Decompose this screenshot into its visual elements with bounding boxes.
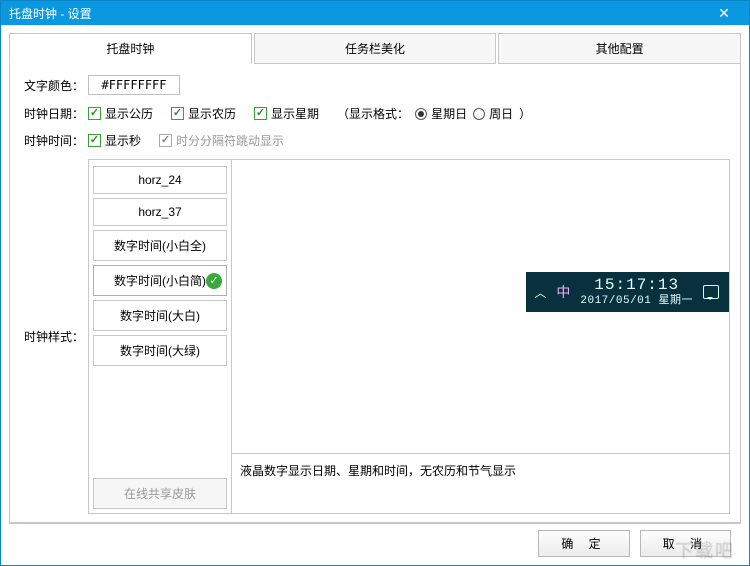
share-skin-button[interactable]: 在线共享皮肤	[93, 478, 227, 509]
preview-time: 15:17:13	[580, 277, 693, 295]
cancel-button[interactable]: 取 消	[640, 530, 731, 557]
style-item-xiaobaiquan[interactable]: 数字时间(小白全)	[93, 230, 227, 261]
radio-zhouri[interactable]: 周日	[473, 105, 513, 122]
chat-icon	[703, 285, 719, 299]
chk-weekday[interactable]: 显示星期	[254, 105, 319, 122]
tab-other-config[interactable]: 其他配置	[498, 33, 741, 64]
style-preview: ︿ 中 15:17:13 2017/05/01 星期一 液晶数字显示日期、星期和…	[232, 159, 730, 514]
checkmark-icon: ✓	[206, 273, 222, 289]
chevron-up-icon: ︿	[534, 284, 546, 301]
style-item-horz24[interactable]: horz_24	[93, 166, 227, 194]
close-button[interactable]: ✕	[707, 3, 741, 23]
label-clock-time: 时钟时间：	[20, 132, 88, 149]
chk-blink-separator[interactable]: 时分分隔符跳动显示	[159, 132, 284, 149]
radio-xingqiri[interactable]: 星期日	[415, 105, 467, 122]
radio-icon	[415, 108, 427, 120]
style-item-horz37[interactable]: horz_37	[93, 198, 227, 226]
tab-panel-tray-clock: 文字颜色： #FFFFFFFF 时钟日期： 显示公历 显示农历	[9, 63, 741, 523]
radio-icon	[473, 108, 485, 120]
preview-canvas: ︿ 中 15:17:13 2017/05/01 星期一	[232, 160, 729, 453]
chk-show-seconds[interactable]: 显示秒	[88, 132, 141, 149]
weekday-format-group: （显示格式： 星期日 周日 ）	[337, 105, 531, 122]
checkbox-icon	[88, 134, 101, 147]
tab-taskbar-beautify[interactable]: 任务栏美化	[254, 33, 497, 64]
ok-button[interactable]: 确 定	[538, 530, 629, 557]
style-item-dalv[interactable]: 数字时间(大绿)	[93, 335, 227, 366]
chk-gregorian[interactable]: 显示公历	[88, 105, 153, 122]
style-item-xiaobaijian[interactable]: 数字时间(小白简) ✓	[93, 265, 227, 296]
checkbox-icon	[159, 134, 172, 147]
text-color-input[interactable]: #FFFFFFFF	[88, 75, 180, 95]
preview-clock: 15:17:13 2017/05/01 星期一	[580, 277, 693, 307]
chk-lunar[interactable]: 显示农历	[171, 105, 236, 122]
ime-indicator: 中	[556, 282, 570, 302]
style-item-dabai[interactable]: 数字时间(大白)	[93, 300, 227, 331]
style-description: 液晶数字显示日期、星期和时间，无农历和节气显示	[232, 453, 729, 513]
label-clock-date: 时钟日期：	[20, 105, 88, 122]
style-list: horz_24 horz_37 数字时间(小白全) 数字时间(小白简) ✓ 数字…	[88, 159, 232, 514]
label-clock-style: 时钟样式：	[20, 159, 88, 514]
checkbox-icon	[171, 107, 184, 120]
checkbox-icon	[254, 107, 267, 120]
window-title: 托盘时钟 - 设置	[9, 5, 707, 22]
dialog-footer: 下载吧 确 定 取 消	[9, 523, 741, 565]
tab-strip: 托盘时钟 任务栏美化 其他配置	[9, 33, 741, 64]
tab-tray-clock[interactable]: 托盘时钟	[9, 33, 252, 64]
preview-date: 2017/05/01 星期一	[580, 295, 693, 307]
titlebar: 托盘时钟 - 设置 ✕	[1, 1, 749, 25]
label-text-color: 文字颜色：	[20, 77, 88, 94]
checkbox-icon	[88, 107, 101, 120]
preview-tray: ︿ 中 15:17:13 2017/05/01 星期一	[526, 272, 729, 312]
